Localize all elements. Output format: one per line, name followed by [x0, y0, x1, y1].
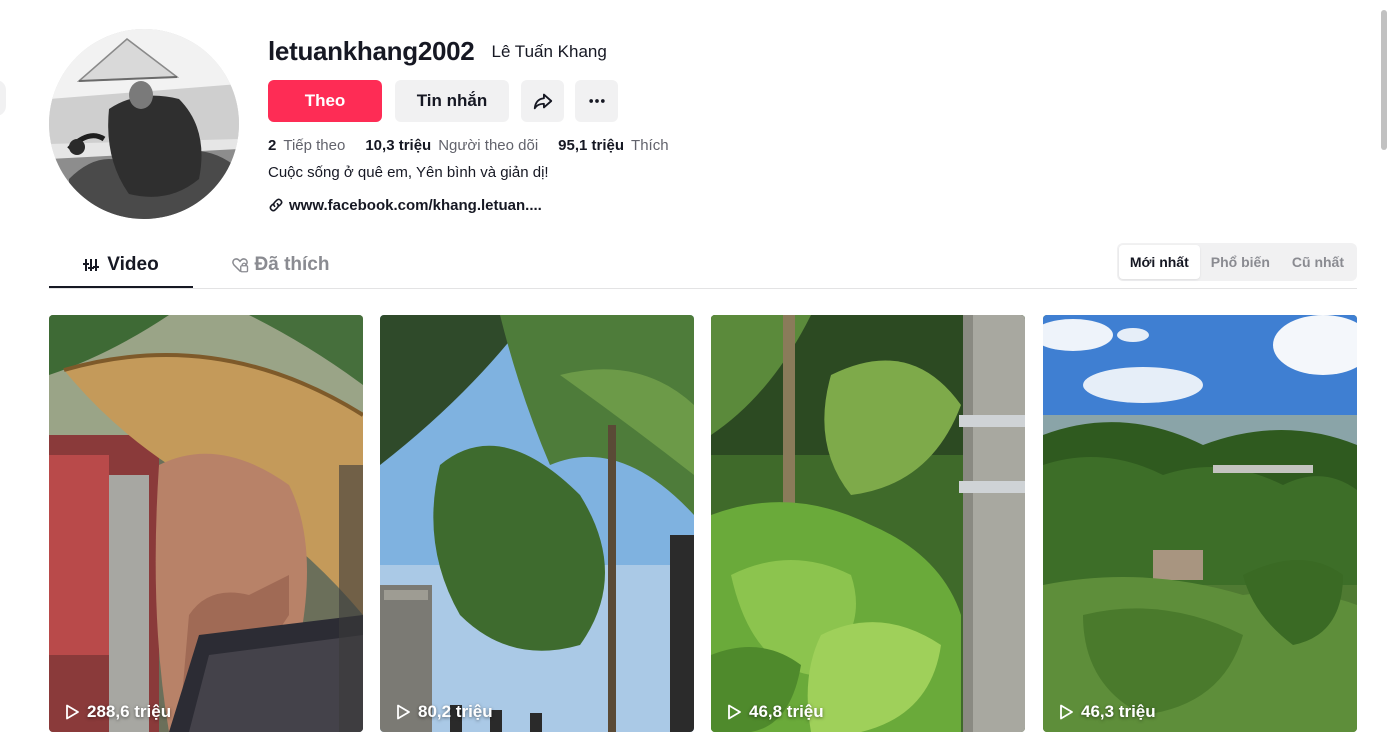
video-card[interactable]: 46,8 triệu [711, 315, 1025, 732]
video-card[interactable]: 46,3 triệu [1043, 315, 1357, 732]
profile-info: letuankhang2002 Lê Tuấn Khang Theo Tin n… [268, 34, 1028, 215]
more-button[interactable] [575, 80, 618, 122]
page-scrollbar[interactable] [1378, 0, 1390, 751]
share-button[interactable] [521, 80, 564, 122]
view-count: 80,2 triệu [396, 702, 493, 722]
video-card[interactable]: 80,2 triệu [380, 315, 694, 732]
tab-liked-label: Đã thích [254, 253, 330, 275]
view-count: 288,6 triệu [65, 702, 171, 722]
view-count: 46,3 triệu [1059, 702, 1156, 722]
video-card[interactable]: 288,6 triệu [49, 315, 363, 732]
avatar[interactable] [49, 29, 239, 219]
aerial-coconut-farm [1043, 315, 1357, 732]
stats-row: 2 Tiếp theo 10,3 triệu Người theo dõi 95… [268, 135, 1028, 155]
following-label: Tiếp theo [283, 136, 346, 154]
following-stat[interactable]: 2 Tiếp theo [268, 137, 345, 154]
sort-newest[interactable]: Mới nhất [1118, 245, 1200, 279]
scrollbar-thumb[interactable] [1381, 10, 1387, 150]
heart-lock-icon [231, 256, 249, 274]
nickname: Lê Tuấn Khang [491, 42, 607, 61]
view-count-text: 80,2 triệu [418, 702, 493, 721]
play-icon [1059, 704, 1075, 720]
view-count: 46,8 triệu [727, 702, 824, 722]
following-count: 2 [268, 136, 277, 154]
active-tab-indicator [49, 286, 193, 288]
coconut-palm-sky [380, 315, 694, 732]
username: letuankhang2002 [268, 35, 475, 66]
sort-oldest[interactable]: Cũ nhất [1281, 245, 1355, 279]
likes-count: 95,1 triệu [558, 136, 625, 154]
woman-conical-hat [49, 315, 363, 732]
video-grid: 288,6 triệu 80,2 triệu 46,8 triệu 46,3 t… [49, 315, 1357, 732]
view-count-text: 46,3 triệu [1081, 702, 1156, 721]
bio: Cuộc sống ở quê em, Yên bình và giản dị! [268, 164, 549, 181]
followers-count: 10,3 triệu [365, 136, 432, 154]
tab-video-label: Video [107, 253, 159, 275]
more-dots-icon [588, 99, 605, 103]
tab-liked[interactable]: Đã thích [224, 241, 336, 288]
share-arrow-icon [533, 93, 552, 110]
profile-link[interactable]: www.facebook.com/khang.letuan.... [268, 195, 1028, 215]
avatar-photo [49, 29, 239, 219]
followers-label: Người theo dõi [438, 136, 539, 154]
link-text: www.facebook.com/khang.letuan.... [289, 196, 542, 214]
play-icon [65, 704, 81, 720]
likes-stat: 95,1 triệu Thích [558, 137, 668, 154]
green-garden-pole [711, 315, 1025, 732]
sort-popular[interactable]: Phổ biến [1200, 245, 1281, 279]
tab-video[interactable]: Video [49, 241, 193, 288]
followers-stat[interactable]: 10,3 triệu Người theo dõi [365, 137, 538, 154]
play-icon [727, 704, 743, 720]
likes-label: Thích [631, 136, 669, 154]
play-icon [396, 704, 412, 720]
link-icon [268, 197, 285, 214]
sort-toggle: Mới nhất Phổ biến Cũ nhất [1116, 243, 1357, 281]
view-count-text: 288,6 triệu [87, 702, 172, 721]
name-row: letuankhang2002 Lê Tuấn Khang [268, 34, 1028, 68]
view-count-text: 46,8 triệu [749, 702, 824, 721]
collapsed-panel-handle[interactable] [0, 80, 6, 116]
profile-tabs: Video Đã thích Mới nhất Phổ biến Cũ nhất [49, 241, 1357, 289]
action-buttons: Theo Tin nhắn [268, 80, 1028, 122]
follow-button[interactable]: Theo [268, 80, 382, 122]
grid-bars-icon [83, 256, 101, 274]
message-button[interactable]: Tin nhắn [395, 80, 509, 122]
